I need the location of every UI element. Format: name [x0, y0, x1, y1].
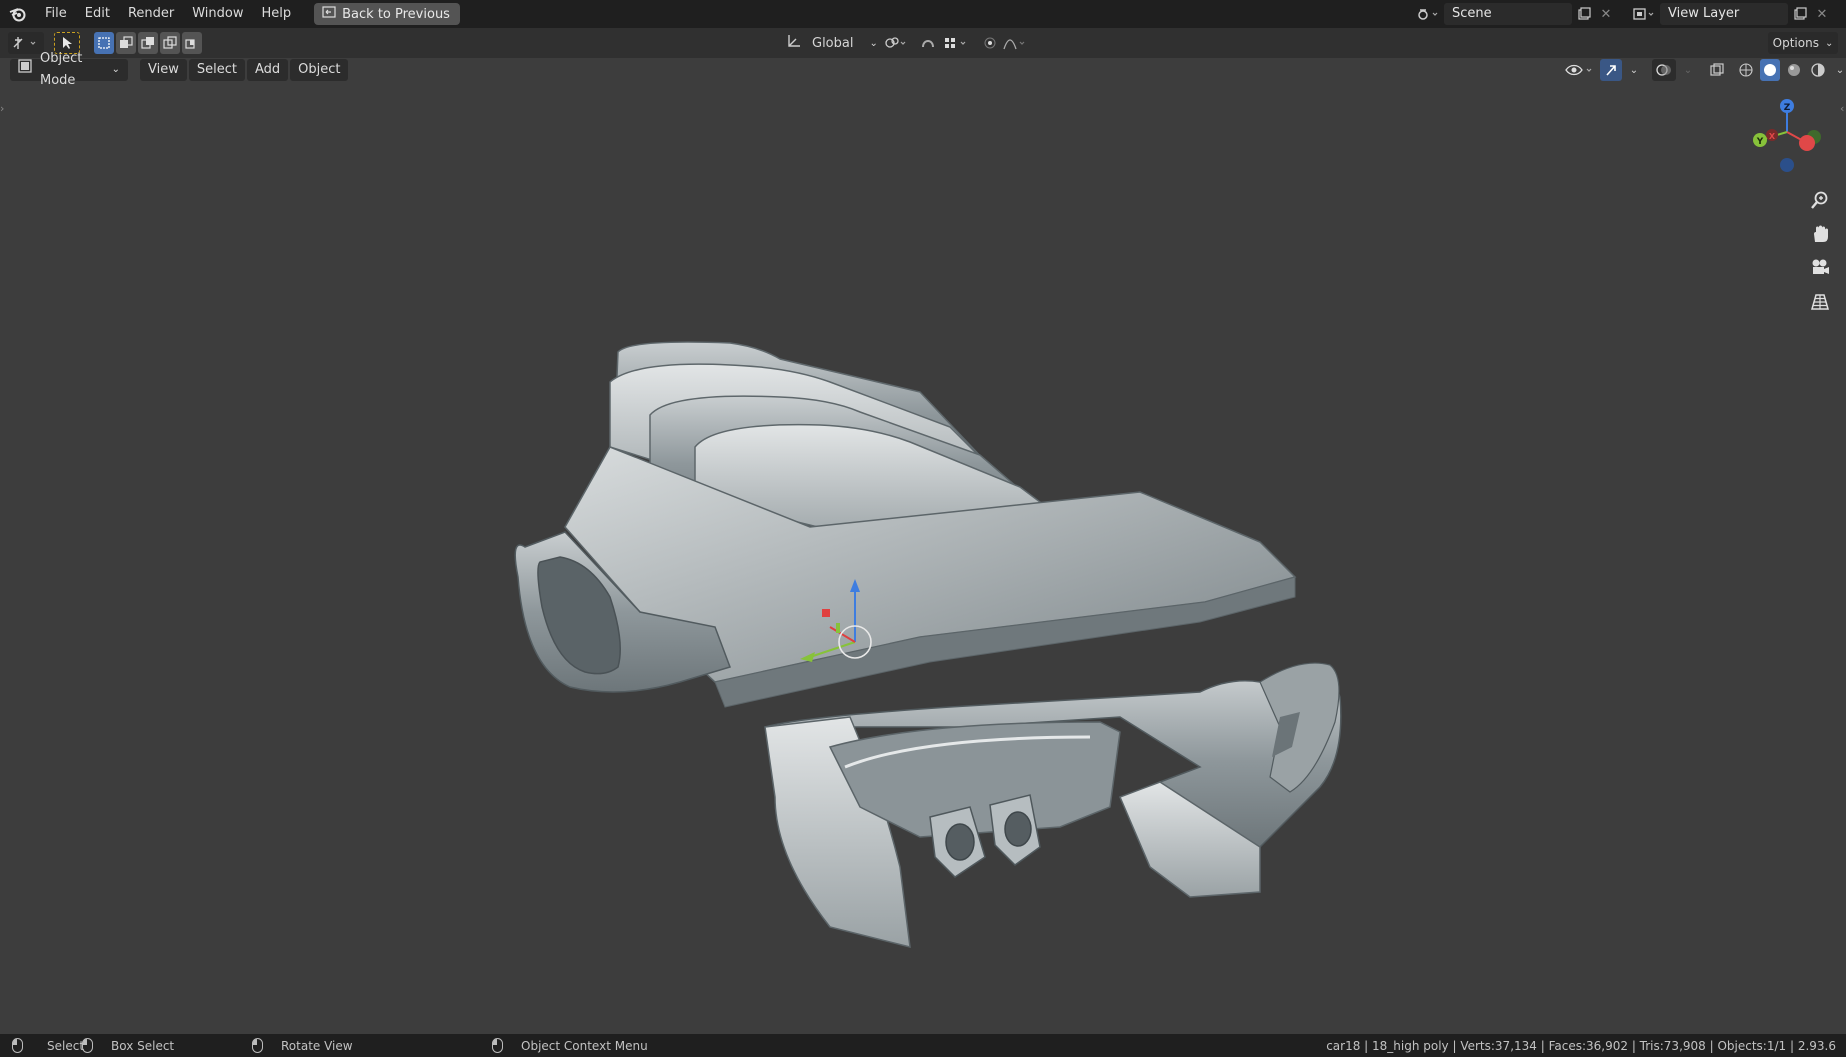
- chevron-down-icon[interactable]: ⌄: [1626, 59, 1642, 81]
- navigation-gizmo[interactable]: Z Y X: [1740, 92, 1830, 172]
- menu-edit[interactable]: Edit: [76, 0, 119, 28]
- zoom-icon[interactable]: [1806, 186, 1834, 214]
- status-box-select-hint: Box Select: [82, 1038, 174, 1053]
- visibility-eye-icon[interactable]: [1562, 59, 1596, 81]
- pivot-point-icon[interactable]: [880, 32, 912, 54]
- chevron-down-icon: ⌄: [111, 64, 120, 75]
- view-layer-selector[interactable]: View Layer ✕: [1628, 3, 1832, 25]
- toolbar-expand-arrow-icon[interactable]: ›: [0, 102, 6, 122]
- object-mode-icon: [18, 59, 32, 81]
- transform-orientation-label: Global: [812, 35, 854, 51]
- new-scene-icon[interactable]: [1572, 3, 1596, 25]
- status-select-hint: Select: [12, 1038, 84, 1053]
- scene-icon[interactable]: [1412, 3, 1444, 25]
- proportional-editing-icon[interactable]: [980, 32, 1040, 54]
- object-menu-button[interactable]: Object: [290, 59, 349, 81]
- options-label: Options: [1772, 36, 1819, 50]
- options-dropdown[interactable]: Options ⌄: [1768, 32, 1838, 54]
- transform-orientation-dropdown[interactable]: Global ⌄: [786, 34, 878, 52]
- status-context-hint: Object Context Menu: [492, 1038, 648, 1053]
- xray-toggle-icon[interactable]: [1706, 59, 1728, 81]
- car-model[interactable]: [500, 337, 1360, 957]
- menu-render[interactable]: Render: [119, 0, 183, 28]
- wireframe-shading-icon[interactable]: [1736, 59, 1756, 81]
- chevron-down-icon[interactable]: ⌄: [1680, 59, 1696, 81]
- view-menu-button[interactable]: View: [140, 59, 187, 81]
- gizmo-toggle-icon[interactable]: [1600, 59, 1622, 81]
- perspective-grid-icon[interactable]: [1806, 288, 1834, 316]
- top-menu-bar: File Edit Render Window Help Back to Pre…: [0, 0, 1846, 28]
- menu-file[interactable]: File: [36, 0, 76, 28]
- scene-selector[interactable]: Scene ✕: [1412, 3, 1616, 25]
- blender-logo-icon[interactable]: [0, 0, 36, 28]
- selection-mode-invert-icon[interactable]: [160, 32, 180, 54]
- snap-toggle-icon[interactable]: [918, 32, 972, 54]
- view-layer-icon[interactable]: [1628, 3, 1660, 25]
- sidebar-expand-arrow-icon[interactable]: ‹: [1840, 102, 1846, 122]
- orientation-axes-icon: [786, 34, 802, 52]
- editor-type-icon[interactable]: [8, 32, 44, 54]
- solid-shading-icon[interactable]: [1760, 59, 1780, 81]
- tool-settings-bar: Global ⌄ Options ⌄: [0, 28, 1846, 58]
- status-rotate-label: Rotate View: [281, 1038, 353, 1053]
- status-bar: Select Box Select Rotate View Object Con…: [0, 1034, 1846, 1057]
- rendered-shading-icon[interactable]: [1808, 59, 1828, 81]
- viewport-shading-controls: ⌄ ⌄ ⌄: [1562, 59, 1846, 81]
- overlays-toggle-icon[interactable]: [1652, 59, 1676, 81]
- delete-view-layer-icon[interactable]: ✕: [1812, 3, 1832, 25]
- viewport-header: Object Mode ⌄ View Select Add Object ⌄ ⌄…: [0, 51, 1846, 88]
- status-box-select-label: Box Select: [111, 1038, 175, 1053]
- mouse-drag-icon: [82, 1038, 93, 1053]
- mouse-right-icon: [492, 1038, 503, 1053]
- select-menu-button[interactable]: Select: [188, 59, 245, 81]
- view-layer-name-field[interactable]: View Layer: [1660, 3, 1788, 25]
- back-icon: [322, 6, 336, 22]
- selection-mode-subtract-icon[interactable]: [138, 32, 158, 54]
- material-shading-icon[interactable]: [1784, 59, 1804, 81]
- selection-mode-group: [94, 32, 202, 54]
- selection-mode-intersect-icon[interactable]: [182, 32, 202, 54]
- scene-name-field[interactable]: Scene: [1444, 3, 1572, 25]
- mode-selector[interactable]: Object Mode ⌄: [10, 51, 128, 88]
- chevron-down-icon: ⌄: [1824, 37, 1834, 49]
- chevron-down-icon[interactable]: ⌄: [1832, 59, 1846, 81]
- back-to-previous-button[interactable]: Back to Previous: [314, 3, 460, 25]
- scene-statistics: car18 | 18_high poly | Verts:37,134 | Fa…: [1326, 1038, 1836, 1053]
- gizmo-x-label: X: [1769, 132, 1776, 141]
- mouse-left-icon: [12, 1038, 23, 1053]
- status-rotate-hint: Rotate View: [252, 1038, 353, 1053]
- new-view-layer-icon[interactable]: [1788, 3, 1812, 25]
- gizmo-z-label: Z: [1784, 103, 1791, 113]
- selection-mode-extend-icon[interactable]: [116, 32, 136, 54]
- chevron-down-icon: ⌄: [869, 37, 878, 49]
- add-menu-button[interactable]: Add: [246, 59, 289, 81]
- status-select-label: Select: [47, 1038, 85, 1053]
- menu-window[interactable]: Window: [183, 0, 252, 28]
- delete-scene-icon[interactable]: ✕: [1596, 3, 1616, 25]
- mouse-middle-icon: [252, 1038, 263, 1053]
- gizmo-y-label: Y: [1756, 137, 1764, 147]
- menu-help[interactable]: Help: [253, 0, 301, 28]
- status-context-label: Object Context Menu: [521, 1038, 648, 1053]
- camera-view-icon[interactable]: [1806, 254, 1834, 282]
- pan-hand-icon[interactable]: [1806, 220, 1834, 248]
- 3d-viewport[interactable]: › ‹ Z Y X: [0, 82, 1846, 1034]
- back-to-previous-label: Back to Previous: [342, 6, 450, 22]
